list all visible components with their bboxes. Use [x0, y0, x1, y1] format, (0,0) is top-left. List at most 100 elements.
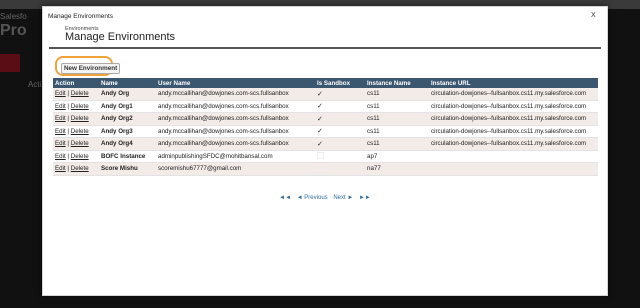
instance-url: circulation-dowjones--fullsanbox.cs11.my…	[429, 125, 598, 138]
is-sandbox-cell: ✓	[315, 100, 365, 113]
edit-link[interactable]: Edit	[55, 90, 66, 97]
instance-url: circulation-dowjones--fullsanbox.cs11.my…	[429, 88, 598, 101]
environment-name: Score Mishu	[99, 162, 156, 176]
row-actions: Edit | Delete	[53, 162, 99, 176]
table-row: Edit | Delete BOFC Instance adminpublishin…	[53, 150, 598, 163]
background-small-label: Salesfo	[0, 12, 27, 21]
instance-name: cs11	[365, 100, 429, 113]
is-sandbox-cell: ✓	[315, 137, 365, 151]
instance-name: cs11	[365, 125, 429, 138]
is-sandbox-cell: ✓	[315, 112, 365, 126]
user-name: andy.mccallihan@dowjones.com-scs.fullsan…	[156, 88, 315, 101]
action-separator: |	[67, 115, 70, 123]
checkmark-icon: ✓	[317, 90, 323, 98]
checkmark-icon: ✓	[317, 103, 323, 111]
column-header-name: Name	[101, 79, 118, 87]
new-environment-highlight: New Environment	[55, 56, 121, 76]
instance-url	[429, 162, 598, 176]
user-name: adminpublishingSFDC@mohitbansal.com	[156, 150, 315, 163]
user-name: andy.mccallihan@dowjones.com-scs.fullsan…	[156, 125, 315, 138]
table-row: Edit | Delete Andy Org2 andy.mccallihan@do…	[53, 112, 598, 126]
action-separator: |	[67, 165, 70, 173]
delete-link[interactable]: Delete	[71, 90, 89, 97]
delete-link[interactable]: Delete	[71, 128, 89, 135]
table-row: Edit | Delete Andy Org3 andy.mccallihan@do…	[53, 125, 598, 138]
table-row: Edit | Delete Score Mishu scoremishu67777@…	[53, 162, 598, 176]
is-sandbox-cell: ✓	[315, 88, 365, 101]
pagination: ◄◄ ◄ Previous Next ► ►►	[43, 195, 607, 201]
row-actions: Edit | Delete	[53, 137, 99, 151]
edit-link[interactable]: Edit	[55, 128, 66, 135]
row-actions: Edit | Delete	[53, 100, 99, 113]
header-divider	[49, 47, 601, 49]
environments-table: Action Name User Name Is Sandbox Instanc…	[53, 78, 598, 176]
page-title: Manage Environments	[65, 31, 176, 43]
environment-name: Andy Org3	[99, 125, 156, 138]
instance-name: cs11	[365, 137, 429, 151]
unchecked-icon	[317, 151, 324, 159]
instance-url: circulation-dowjones--fullsanbox.cs11.my…	[429, 137, 598, 151]
row-actions: Edit | Delete	[53, 112, 99, 126]
user-name: andy.mccallihan@dowjones.com-scs.fullsan…	[156, 137, 315, 151]
is-sandbox-cell: ✓	[315, 125, 365, 138]
instance-name: cs11	[365, 112, 429, 126]
environment-name: Andy Org1	[99, 100, 156, 113]
action-separator: |	[67, 140, 70, 148]
delete-link[interactable]: Delete	[71, 103, 89, 110]
delete-link[interactable]: Delete	[71, 115, 89, 122]
is-sandbox-cell	[315, 162, 365, 176]
previous-page-link[interactable]: ◄ Previous	[297, 195, 328, 201]
modal-title: Manage Environments	[48, 13, 114, 20]
background-left-content: Salesfo Pro Acti	[0, 12, 44, 89]
table-row: Edit | Delete Andy Org4 andy.mccallihan@do…	[53, 137, 598, 151]
environment-name: BOFC Instance	[99, 150, 156, 163]
first-page-link[interactable]: ◄◄	[279, 195, 291, 201]
action-separator: |	[67, 152, 70, 160]
column-header-action: Action	[55, 79, 75, 87]
close-icon[interactable]: X	[591, 12, 596, 19]
edit-link[interactable]: Edit	[55, 115, 66, 122]
checkmark-icon: ✓	[317, 128, 323, 136]
page-header: Environments Manage Environments	[65, 26, 175, 43]
delete-link[interactable]: Delete	[71, 140, 89, 147]
instance-name: na77	[365, 162, 429, 176]
column-header-user-name: User Name	[158, 79, 191, 87]
row-actions: Edit | Delete	[53, 88, 99, 101]
user-name: andy.mccallihan@dowjones.com-scs.fullsan…	[156, 100, 315, 113]
action-separator: |	[67, 127, 70, 135]
manage-environments-modal: Manage Environments X Environments Manag…	[42, 6, 608, 296]
table-header-row: Action Name User Name Is Sandbox Instanc…	[53, 78, 598, 88]
instance-url	[429, 150, 598, 163]
instance-name: ap7	[365, 150, 429, 163]
delete-link[interactable]: Delete	[71, 153, 89, 160]
environment-name: Andy Org	[99, 88, 156, 101]
environment-name: Andy Org4	[99, 137, 156, 151]
background-actions-label: Acti	[28, 80, 42, 89]
unchecked-icon	[317, 164, 324, 172]
action-separator: |	[67, 90, 70, 98]
checkmark-icon: ✓	[317, 115, 323, 123]
delete-link[interactable]: Delete	[71, 165, 89, 172]
next-page-link[interactable]: Next ►	[333, 195, 353, 201]
column-header-is-sandbox: Is Sandbox	[317, 79, 351, 87]
row-actions: Edit | Delete	[53, 125, 99, 138]
background-page-title: Pro	[0, 22, 27, 39]
environment-name: Andy Org2	[99, 112, 156, 126]
new-environment-button[interactable]: New Environment	[61, 63, 121, 74]
edit-link[interactable]: Edit	[55, 165, 66, 172]
table-row: Edit | Delete Andy Org1 andy.mccallihan@do…	[53, 100, 598, 113]
column-header-instance-name: Instance Name	[367, 79, 411, 87]
instance-name: cs11	[365, 88, 429, 101]
row-actions: Edit | Delete	[53, 150, 99, 163]
checkmark-icon: ✓	[317, 140, 323, 148]
user-name: scoremishu67777@gmail.com	[156, 162, 315, 176]
is-sandbox-cell	[315, 150, 365, 163]
instance-url: circulation-dowjones--fullsanbox.cs11.my…	[429, 100, 598, 113]
edit-link[interactable]: Edit	[55, 153, 66, 160]
table-row: Edit | Delete Andy Org andy.mccallihan@dow…	[53, 88, 598, 101]
edit-link[interactable]: Edit	[55, 103, 66, 110]
action-separator: |	[67, 102, 70, 110]
user-name: andy.mccallihan@dowjones.com-scs.fullsan…	[156, 112, 315, 126]
edit-link[interactable]: Edit	[55, 140, 66, 147]
last-page-link[interactable]: ►►	[359, 195, 371, 201]
